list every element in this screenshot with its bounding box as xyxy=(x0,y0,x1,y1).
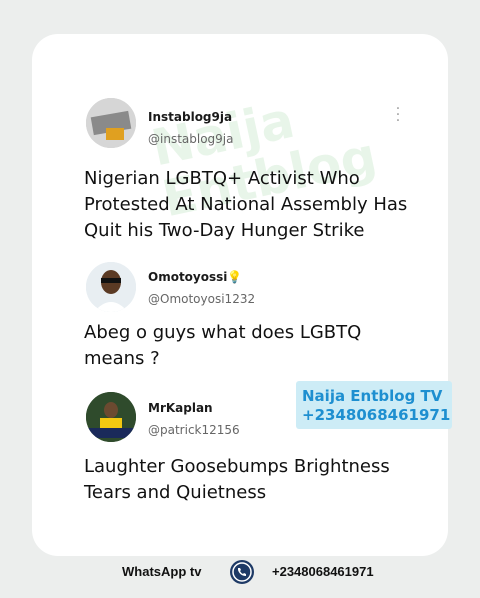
avatar-mrkaplan[interactable] xyxy=(86,392,136,442)
person-photo xyxy=(86,262,136,312)
avatar-instablog9ja[interactable] xyxy=(86,98,136,148)
post3-username[interactable]: MrKaplan xyxy=(148,401,213,415)
footer-phone-number[interactable]: +2348068461971 xyxy=(272,564,374,579)
lightbulb-icon: 💡 xyxy=(227,270,243,284)
post2-text: Abeg o guys what does LGBTQ means ? xyxy=(84,322,362,369)
overlay-title: Naija Entblog TV xyxy=(302,387,443,405)
post1-handle[interactable]: @instablog9ja xyxy=(148,132,233,146)
instablog9ja-logo xyxy=(86,98,136,148)
post1-username[interactable]: Instablog9ja xyxy=(148,110,232,124)
channel-overlay: Naija Entblog TV +2348068461971 xyxy=(296,381,452,429)
phone-icon[interactable] xyxy=(230,560,254,584)
overlay-phone: +2348068461971 xyxy=(302,406,451,424)
post3-text: Laughter Goosebumps Brightness Tears and… xyxy=(84,456,390,503)
post2-username[interactable]: Omotoyossi💡 xyxy=(148,270,242,284)
football-photo xyxy=(86,392,136,442)
post3-handle[interactable]: @patrick12156 xyxy=(148,423,240,437)
post2-handle[interactable]: @Omotoyosi1232 xyxy=(148,292,255,306)
avatar-omotoyossi[interactable] xyxy=(86,262,136,312)
post1-text: Nigerian LGBTQ+ Activist Who Protested A… xyxy=(84,168,408,241)
vertical-dots-icon[interactable]: · · · xyxy=(393,102,403,128)
footer-whatsapp-label: WhatsApp tv xyxy=(122,564,202,579)
